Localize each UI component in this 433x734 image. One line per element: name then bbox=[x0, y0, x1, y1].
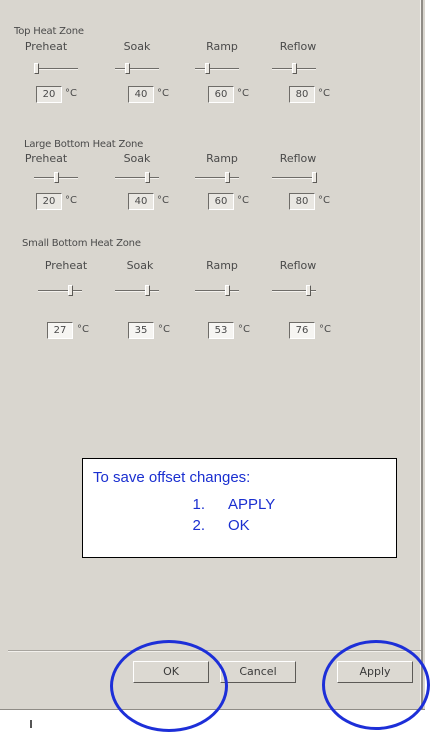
slider-track bbox=[115, 68, 159, 70]
slider-thumb[interactable] bbox=[145, 285, 150, 296]
slider-thumb[interactable] bbox=[292, 63, 297, 74]
soak-slider[interactable] bbox=[115, 285, 159, 296]
cancel-button[interactable]: Cancel bbox=[220, 661, 296, 683]
slider-thumb[interactable] bbox=[312, 172, 317, 183]
soak-label: Soak bbox=[126, 259, 154, 272]
zone-title: Top Heat Zone bbox=[14, 26, 84, 37]
step-number: 1. bbox=[192, 496, 205, 513]
unit-label: °C bbox=[65, 195, 77, 206]
slider-track bbox=[38, 290, 82, 292]
ramp-label: Ramp bbox=[206, 152, 238, 165]
dialog-right-border bbox=[420, 0, 423, 710]
step-number: 2. bbox=[192, 517, 205, 534]
slider-thumb[interactable] bbox=[306, 285, 311, 296]
soak-slider[interactable] bbox=[115, 63, 159, 74]
slider-thumb[interactable] bbox=[225, 172, 230, 183]
slider-track bbox=[115, 177, 159, 179]
reflow-slider[interactable] bbox=[272, 63, 316, 74]
unit-label: °C bbox=[319, 324, 331, 335]
reflow-value-field[interactable]: 80 bbox=[289, 86, 315, 103]
soak-value-field[interactable]: 40 bbox=[128, 193, 154, 210]
unit-label: °C bbox=[157, 88, 169, 99]
callout-heading: To save offset changes: bbox=[93, 469, 251, 486]
unit-label: °C bbox=[157, 195, 169, 206]
unit-label: °C bbox=[65, 88, 77, 99]
reflow-label: Reflow bbox=[279, 259, 317, 272]
preheat-value-field[interactable]: 20 bbox=[36, 193, 62, 210]
soak-value-field[interactable]: 40 bbox=[128, 86, 154, 103]
heat-zone-offset-dialog: Top Heat Zone Preheat 20 °C Soak 40 °C R… bbox=[0, 0, 425, 710]
step-text: APPLY bbox=[228, 496, 276, 513]
slider-thumb[interactable] bbox=[225, 285, 230, 296]
zone-title: Large Bottom Heat Zone bbox=[24, 139, 144, 150]
ramp-value-field[interactable]: 60 bbox=[208, 86, 234, 103]
preheat-slider[interactable] bbox=[34, 172, 78, 183]
slider-thumb[interactable] bbox=[54, 172, 59, 183]
unit-label: °C bbox=[237, 88, 249, 99]
reflow-slider[interactable] bbox=[272, 285, 316, 296]
slider-track bbox=[115, 290, 159, 292]
cursor-mark bbox=[30, 720, 32, 728]
ok-button[interactable]: OK bbox=[133, 661, 209, 683]
preheat-label: Preheat bbox=[44, 259, 88, 272]
unit-label: °C bbox=[158, 324, 170, 335]
dialog-bottom-border bbox=[0, 709, 425, 710]
preheat-value-field[interactable]: 20 bbox=[36, 86, 62, 103]
soak-slider[interactable] bbox=[115, 172, 159, 183]
soak-value-field[interactable]: 35 bbox=[128, 322, 154, 339]
ramp-slider[interactable] bbox=[195, 172, 239, 183]
slider-thumb[interactable] bbox=[34, 63, 39, 74]
ramp-label: Ramp bbox=[206, 40, 238, 53]
ramp-label: Ramp bbox=[206, 259, 238, 272]
slider-thumb[interactable] bbox=[145, 172, 150, 183]
ramp-slider[interactable] bbox=[195, 285, 239, 296]
preheat-slider[interactable] bbox=[34, 63, 78, 74]
unit-label: °C bbox=[318, 88, 330, 99]
preheat-label: Preheat bbox=[24, 152, 68, 165]
slider-track bbox=[195, 177, 239, 179]
ramp-value-field[interactable]: 60 bbox=[208, 193, 234, 210]
slider-track bbox=[34, 68, 78, 70]
slider-track bbox=[195, 290, 239, 292]
unit-label: °C bbox=[238, 324, 250, 335]
preheat-value-field[interactable]: 27 bbox=[47, 322, 73, 339]
unit-label: °C bbox=[77, 324, 89, 335]
slider-track bbox=[272, 177, 316, 179]
preheat-slider[interactable] bbox=[38, 285, 82, 296]
unit-label: °C bbox=[237, 195, 249, 206]
reflow-label: Reflow bbox=[279, 40, 317, 53]
step-text: OK bbox=[228, 517, 250, 534]
slider-thumb[interactable] bbox=[125, 63, 130, 74]
slider-track bbox=[195, 68, 239, 70]
footer-divider bbox=[8, 650, 421, 652]
reflow-value-field[interactable]: 80 bbox=[289, 193, 315, 210]
soak-label: Soak bbox=[123, 152, 151, 165]
unit-label: °C bbox=[318, 195, 330, 206]
soak-label: Soak bbox=[123, 40, 151, 53]
preheat-label: Preheat bbox=[24, 40, 68, 53]
zone-title: Small Bottom Heat Zone bbox=[22, 238, 141, 249]
apply-button[interactable]: Apply bbox=[337, 661, 413, 683]
ramp-slider[interactable] bbox=[195, 63, 239, 74]
ramp-value-field[interactable]: 53 bbox=[208, 322, 234, 339]
reflow-value-field[interactable]: 76 bbox=[289, 322, 315, 339]
slider-thumb[interactable] bbox=[68, 285, 73, 296]
slider-thumb[interactable] bbox=[205, 63, 210, 74]
instruction-callout: To save offset changes: 1. APPLY 2. OK bbox=[82, 458, 397, 558]
reflow-slider[interactable] bbox=[272, 172, 317, 183]
reflow-label: Reflow bbox=[279, 152, 317, 165]
